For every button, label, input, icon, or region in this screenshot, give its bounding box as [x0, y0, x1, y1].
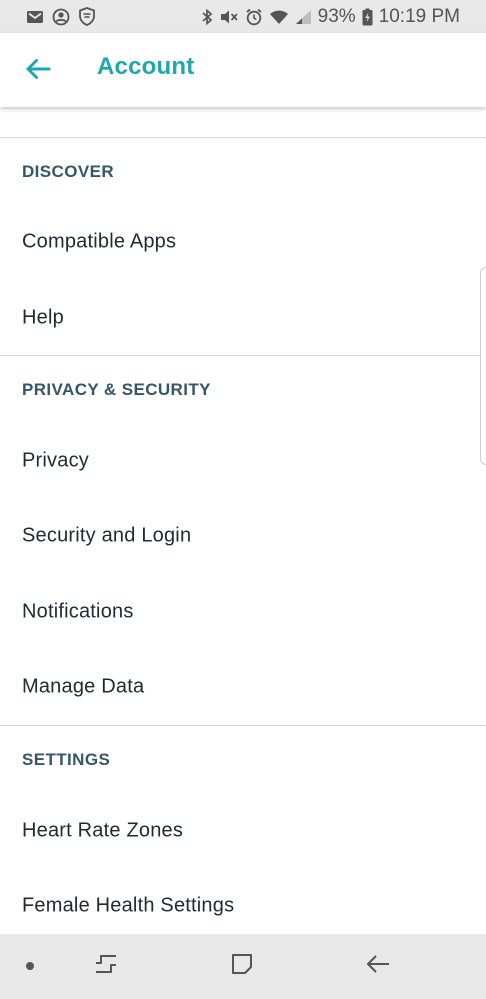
- back-icon: [365, 953, 391, 980]
- home-icon: [230, 952, 254, 981]
- list-item-label: Privacy: [22, 449, 89, 472]
- list-item-help[interactable]: Help: [0, 288, 486, 348]
- list-item-label: Compatible Apps: [22, 230, 177, 253]
- list-item-privacy[interactable]: Privacy: [0, 431, 486, 491]
- list-item-security-and-login[interactable]: Security and Login: [0, 506, 486, 566]
- app-bar: Account: [0, 33, 486, 107]
- wifi-icon: [269, 9, 289, 25]
- list-item-label: Help: [22, 306, 64, 329]
- system-back-button[interactable]: [348, 934, 408, 999]
- list-item-label: Female Health Settings: [22, 894, 235, 917]
- navigation-bar: [0, 934, 486, 999]
- dot-icon: [25, 958, 35, 976]
- list-item-notifications[interactable]: Notifications: [0, 582, 486, 642]
- battery-percent: 93%: [317, 5, 356, 27]
- section-divider: [0, 137, 486, 138]
- status-right-icons: 93% 10:19 PM: [201, 6, 460, 28]
- status-time: 10:19 PM: [378, 5, 460, 27]
- section-header-privacy-security: PRIVACY & SECURITY: [22, 380, 211, 399]
- section-divider: [0, 355, 486, 356]
- vibrate-mute-icon: [219, 8, 239, 26]
- scrollbar[interactable]: [480, 267, 486, 465]
- home-button[interactable]: [212, 934, 272, 999]
- mail-icon: [26, 9, 44, 25]
- nav-dot-button[interactable]: [0, 934, 60, 999]
- section-header-settings: SETTINGS: [22, 750, 111, 769]
- list-item-heart-rate-zones[interactable]: Heart Rate Zones: [0, 801, 486, 861]
- alarm-icon: [245, 8, 263, 26]
- recent-apps-button[interactable]: [76, 934, 136, 999]
- shield-icon: [78, 7, 96, 26]
- back-button[interactable]: [22, 55, 54, 87]
- list-item-female-health-settings[interactable]: Female Health Settings: [0, 876, 486, 934]
- battery-charging-icon: [362, 8, 373, 26]
- partially-hidden-row: [22, 107, 142, 115]
- page-title: Account: [97, 53, 195, 80]
- list-item-manage-data[interactable]: Manage Data: [0, 657, 486, 717]
- signal-icon: [295, 9, 312, 25]
- recent-apps-icon: [93, 953, 119, 980]
- status-left-icons: [26, 7, 96, 26]
- arrow-left-icon: [25, 58, 51, 85]
- account-circle-icon: [52, 8, 70, 26]
- list-item-label: Heart Rate Zones: [22, 819, 184, 842]
- section-header-discover: DISCOVER: [22, 162, 114, 181]
- status-bar: 93% 10:19 PM: [0, 0, 486, 33]
- list-item-compatible-apps[interactable]: Compatible Apps: [0, 212, 486, 272]
- list-item-label: Notifications: [22, 600, 134, 623]
- section-divider: [0, 725, 486, 726]
- screen: 93% 10:19 PM Account DISCOVER Compatible…: [0, 0, 486, 999]
- list-item-label: Security and Login: [22, 524, 192, 547]
- list-item-label: Manage Data: [22, 675, 145, 698]
- settings-list: DISCOVER Compatible Apps Help PRIVACY & …: [0, 107, 486, 934]
- bluetooth-icon: [201, 8, 213, 26]
